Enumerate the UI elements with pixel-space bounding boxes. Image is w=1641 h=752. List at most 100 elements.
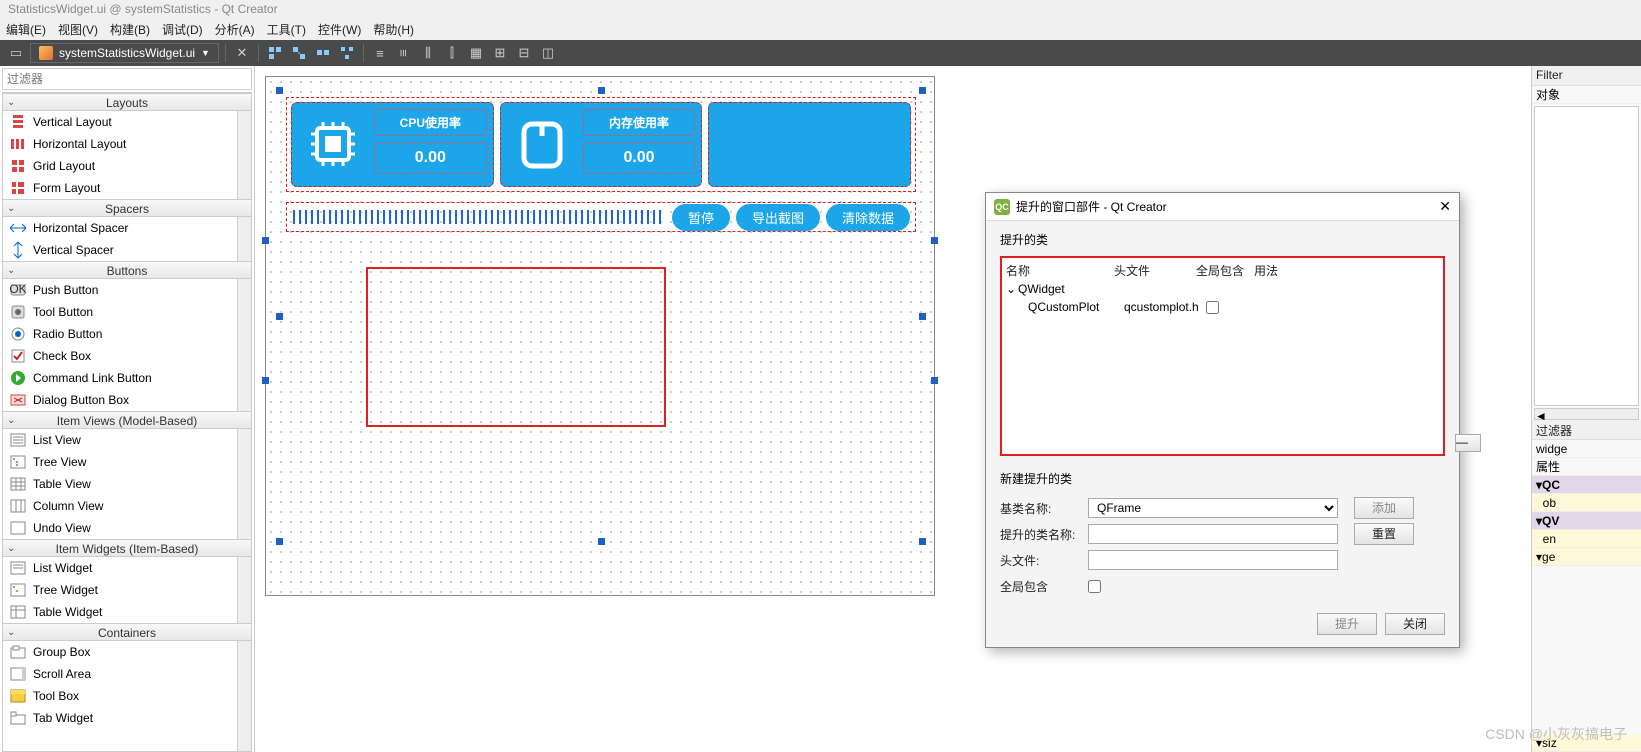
widget-item[interactable]: Horizontal Spacer <box>3 217 251 239</box>
horizontal-spacer-widget[interactable] <box>293 210 665 224</box>
action-button-row[interactable]: 暂停 导出截图 清除数据 <box>286 202 916 232</box>
edit-signals-icon[interactable] <box>289 43 309 63</box>
object-tree[interactable] <box>1534 106 1639 406</box>
resize-handle[interactable] <box>276 538 283 545</box>
edit-buddies-icon[interactable] <box>313 43 333 63</box>
section-spacers[interactable]: ⌄Spacers <box>3 199 251 217</box>
break-layout-icon[interactable]: ⊟ <box>514 43 534 63</box>
resize-handle[interactable] <box>931 237 938 244</box>
prop-row[interactable]: ob <box>1532 494 1641 512</box>
section-itemviews[interactable]: ⌄Item Views (Model-Based) <box>3 411 251 429</box>
widget-item[interactable]: Table View <box>3 473 251 495</box>
layout-h-icon[interactable]: ≡ <box>370 43 390 63</box>
close-icon[interactable]: ✕ <box>232 43 252 63</box>
resize-handle[interactable] <box>276 87 283 94</box>
section-containers[interactable]: ⌄Containers <box>3 623 251 641</box>
close-button[interactable]: 关闭 <box>1385 613 1445 635</box>
layout-form-icon[interactable]: ⊞ <box>490 43 510 63</box>
widget-item[interactable]: Radio Button <box>3 323 251 345</box>
widget-item[interactable]: Dialog Button Box <box>3 389 251 411</box>
edit-tab-order-icon[interactable] <box>337 43 357 63</box>
pause-button[interactable]: 暂停 <box>672 204 730 231</box>
resize-handle[interactable] <box>598 538 605 545</box>
resize-handle[interactable] <box>262 237 269 244</box>
widget-item[interactable]: Scroll Area <box>3 663 251 685</box>
memory-card[interactable]: 内存使用率 0.00 <box>500 102 703 187</box>
widget-item[interactable]: List Widget <box>3 557 251 579</box>
empty-card[interactable] <box>708 102 911 187</box>
global-include-checkbox[interactable] <box>1206 301 1219 314</box>
resize-handle[interactable] <box>598 87 605 94</box>
resize-handle[interactable] <box>919 313 926 320</box>
widget-item[interactable]: Table Widget <box>3 601 251 623</box>
widget-item[interactable]: Tool Button <box>3 301 251 323</box>
toolbar-minimize-icon[interactable]: ▭ <box>6 43 26 63</box>
resize-handle[interactable] <box>276 313 283 320</box>
global-include-checkbox2[interactable] <box>1088 580 1101 593</box>
widget-item[interactable]: Vertical Layout <box>3 111 251 133</box>
widget-item[interactable]: Vertical Spacer <box>3 239 251 261</box>
cpu-card[interactable]: CPU使用率 0.00 <box>291 102 494 187</box>
widget-item[interactable]: Command Link Button <box>3 367 251 389</box>
section-buttons[interactable]: ⌄Buttons <box>3 261 251 279</box>
menu-analyze[interactable]: 分析(A) <box>215 21 255 38</box>
close-icon[interactable]: ✕ <box>1439 198 1451 215</box>
widget-item[interactable]: Horizontal Layout <box>3 133 251 155</box>
tree-row-parent[interactable]: ⌄QWidget <box>1006 280 1439 298</box>
widget-item[interactable]: Tool Box <box>3 685 251 707</box>
dropdown-icon[interactable]: ▼ <box>201 48 210 58</box>
adjust-size-icon[interactable]: ◫ <box>538 43 558 63</box>
menu-build[interactable]: 构建(B) <box>110 21 150 38</box>
widget-item[interactable]: Column View <box>3 495 251 517</box>
stat-card-row[interactable]: CPU使用率 0.00 内存使用率 0.00 <box>286 97 916 192</box>
filter2-label[interactable]: 过滤器 <box>1532 420 1641 440</box>
add-button[interactable]: 添加 <box>1354 497 1414 519</box>
menu-help[interactable]: 帮助(H) <box>373 21 414 38</box>
prop-row[interactable]: ▾ ge <box>1532 548 1641 566</box>
prop-row[interactable]: en <box>1532 530 1641 548</box>
edit-widgets-icon[interactable] <box>265 43 285 63</box>
layout-vsplit-icon[interactable]: ⫿ <box>442 43 462 63</box>
prop-row[interactable]: widge <box>1532 440 1641 458</box>
prop-section[interactable]: ▾ QC <box>1532 476 1641 494</box>
reset-button[interactable]: 重置 <box>1354 523 1414 545</box>
layout-grid-icon[interactable]: ▦ <box>466 43 486 63</box>
widget-item[interactable]: Check Box <box>3 345 251 367</box>
remove-button[interactable]: — <box>1455 434 1481 452</box>
promote-button[interactable]: 提升 <box>1317 613 1377 635</box>
layout-v-icon[interactable]: ≡ <box>394 43 414 63</box>
resize-handle[interactable] <box>931 377 938 384</box>
promoted-class-input[interactable] <box>1088 524 1338 544</box>
filter-label[interactable]: Filter <box>1532 66 1641 86</box>
widget-filter-input[interactable] <box>2 68 252 90</box>
clear-button[interactable]: 清除数据 <box>826 204 910 231</box>
file-tab[interactable]: systemStatisticsWidget.ui ▼ <box>30 43 219 63</box>
menu-view[interactable]: 视图(V) <box>58 21 98 38</box>
widget-item[interactable]: Undo View <box>3 517 251 539</box>
dialog-titlebar[interactable]: QC 提升的窗口部件 - Qt Creator ✕ <box>986 193 1459 221</box>
menu-tools[interactable]: 工具(T) <box>267 21 306 38</box>
header-file-input[interactable] <box>1088 550 1338 570</box>
menu-debug[interactable]: 调试(D) <box>162 21 203 38</box>
menu-edit[interactable]: 编辑(E) <box>6 21 46 38</box>
export-button[interactable]: 导出截图 <box>736 204 820 231</box>
resize-handle[interactable] <box>919 87 926 94</box>
widget-item[interactable]: Group Box <box>3 641 251 663</box>
widget-item[interactable]: Tree Widget <box>3 579 251 601</box>
resize-handle[interactable] <box>262 377 269 384</box>
section-itemwidgets[interactable]: ⌄Item Widgets (Item-Based) <box>3 539 251 557</box>
prop-section[interactable]: ▾ QV <box>1532 512 1641 530</box>
section-layouts[interactable]: ⌄Layouts <box>3 93 251 111</box>
resize-handle[interactable] <box>919 538 926 545</box>
form-canvas[interactable]: CPU使用率 0.00 内存使用率 0.00 暂停 <box>265 76 935 596</box>
widget-item[interactable]: Tab Widget <box>3 707 251 729</box>
scrollbar-h[interactable]: ◄ <box>1534 408 1639 420</box>
widget-item[interactable]: OKPush Button <box>3 279 251 301</box>
layout-hsplit-icon[interactable]: ⫼ <box>418 43 438 63</box>
widget-box[interactable]: ⌄Layouts Vertical Layout Horizontal Layo… <box>2 92 252 752</box>
base-class-select[interactable]: QFrame <box>1088 498 1338 518</box>
widget-item[interactable]: Grid Layout <box>3 155 251 177</box>
widget-item[interactable]: List View <box>3 429 251 451</box>
tree-row-child[interactable]: QCustomPlot qcustomplot.h <box>1006 298 1439 316</box>
highlighted-widget[interactable] <box>366 267 666 427</box>
